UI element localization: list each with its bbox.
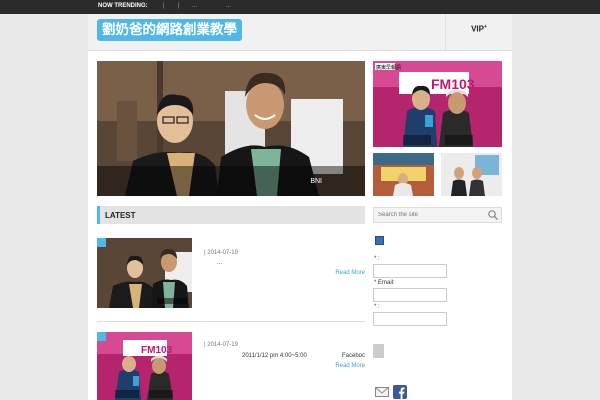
side-photo-booth <box>373 153 434 196</box>
trending-link-3[interactable]: ... <box>192 3 197 9</box>
post-divider <box>97 321 365 322</box>
site-header: 劉奶爸的網路創業教學 VIP+ <box>88 14 512 51</box>
side-photo-radio: FM103 廣東早報訊 <box>373 61 502 147</box>
latest-section-header: LATEST <box>97 206 365 224</box>
post-date: | 2014-07-19 <box>204 342 238 348</box>
vip-label: VIP <box>471 24 484 34</box>
vip-mark: + <box>483 24 487 30</box>
read-more-link[interactable]: Read More <box>335 270 365 276</box>
trending-link-2[interactable]: | <box>178 3 180 9</box>
mail-icon[interactable] <box>375 385 389 399</box>
post-corner-badge <box>97 332 106 341</box>
hero-caption[interactable]: BNI <box>310 178 322 185</box>
post-thumbnail-1[interactable] <box>97 238 192 308</box>
featured-slider[interactable]: BNI <box>97 61 365 196</box>
site-logo[interactable]: 劉奶爸的網路創業教學 <box>97 19 242 41</box>
form-label-email: * Email: <box>374 280 395 286</box>
phone-field[interactable] <box>373 312 447 326</box>
trending-label: NOW TRENDING: <box>98 3 148 9</box>
post-date: | 2014-07-19 <box>204 250 238 256</box>
latest-title: LATEST <box>105 211 136 220</box>
side-featured-2[interactable] <box>373 153 434 196</box>
fm-logo-text-2: FM103 <box>141 345 173 356</box>
form-icon <box>375 236 384 245</box>
vip-menu-item[interactable]: VIP+ <box>445 14 512 50</box>
side-badge-text: 廣東早報訊 <box>376 64 401 71</box>
email-field[interactable] <box>373 288 447 302</box>
post-corner-badge <box>97 238 106 247</box>
post-excerpt: ... <box>217 260 223 266</box>
submit-button[interactable] <box>373 344 384 358</box>
read-more-link[interactable]: Read More <box>335 363 365 369</box>
search-input[interactable] <box>374 208 488 222</box>
post-item-1: | 2014-07-19 ... Read More <box>97 238 365 310</box>
name-field[interactable] <box>373 264 447 278</box>
post-item-2: FM103 | 2014-07-19 2011/1/12 pm 4:00~5:0… <box>97 332 365 400</box>
form-label-name: * : <box>374 256 380 262</box>
side-photo-group <box>441 153 502 196</box>
trending-link-1[interactable]: | <box>163 3 165 9</box>
side-featured-3[interactable] <box>441 153 502 196</box>
hero-caption-bar: BNI <box>97 166 365 196</box>
trending-link-4[interactable]: ... <box>226 3 231 9</box>
search-icon[interactable] <box>487 209 499 221</box>
post-excerpt-tail: Faceboc <box>341 353 365 359</box>
search-box <box>373 207 502 223</box>
facebook-icon[interactable] <box>393 385 407 399</box>
post-excerpt: 2011/1/12 pm 4:00~5:00 <box>242 353 307 359</box>
post-thumbnail-2[interactable]: FM103 <box>97 332 192 400</box>
page-container: 劉奶爸的網路創業教學 VIP+ BNI FM103 廣東早報訊 LATEST S… <box>88 14 512 400</box>
trending-bar: NOW TRENDING: | | ... ... <box>0 0 600 14</box>
fm-logo-text: FM103 <box>431 76 475 92</box>
form-label-phone: * : <box>374 304 380 310</box>
side-featured-1[interactable]: FM103 廣東早報訊 <box>373 61 502 147</box>
